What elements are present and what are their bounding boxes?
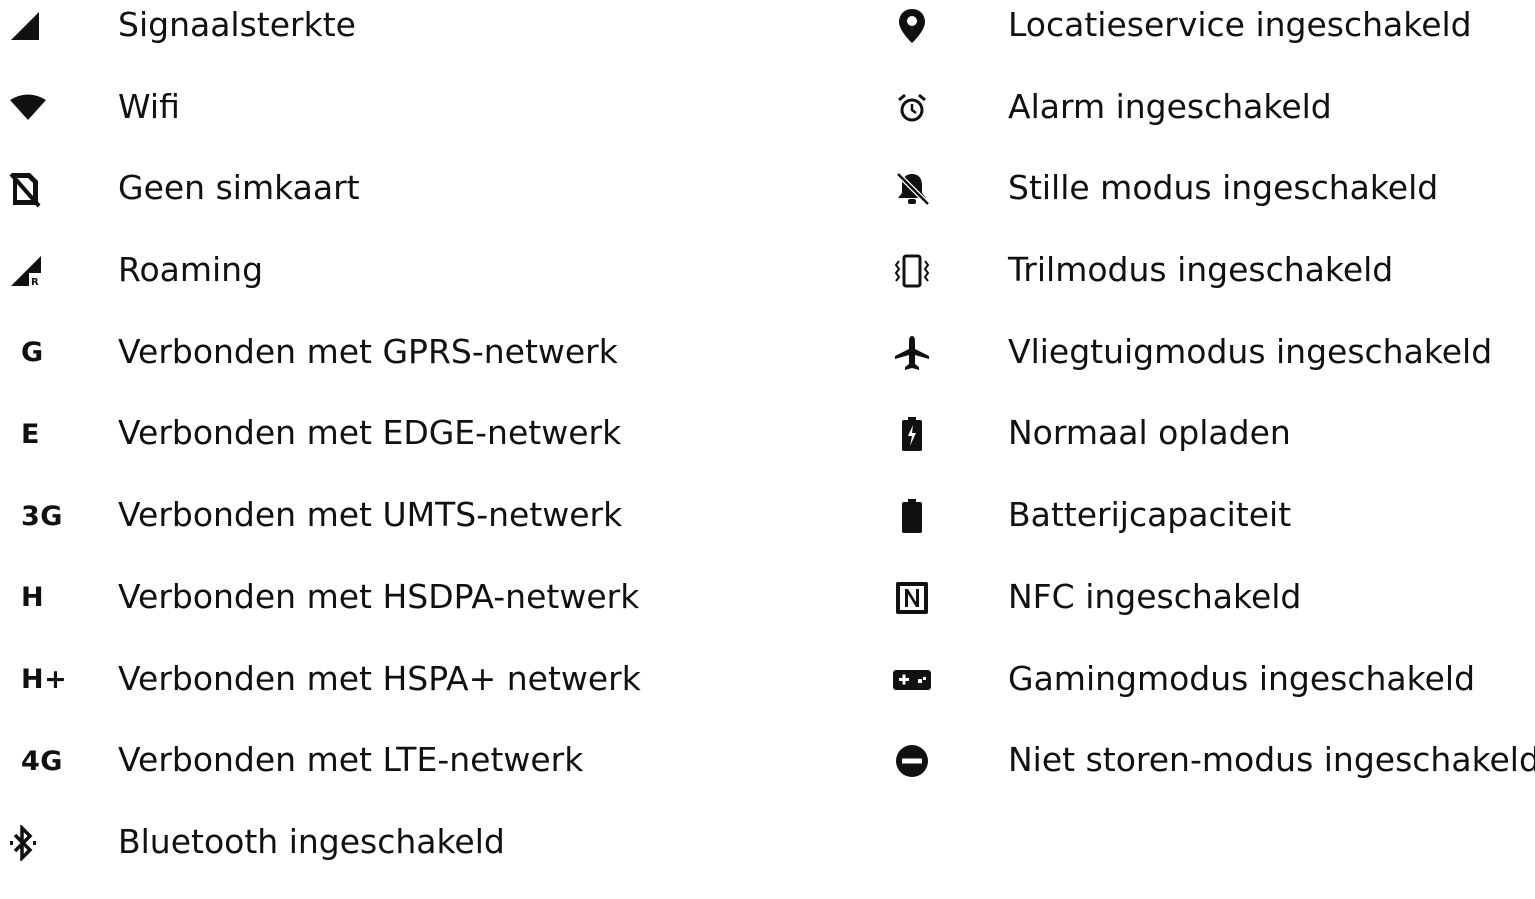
- vibrate-icon: [892, 249, 932, 293]
- do-not-disturb-icon: [892, 739, 932, 783]
- no-sim-icon: [8, 167, 52, 211]
- list-item-lte: 4G Verbonden met LTE-netwerk: [0, 735, 760, 817]
- roaming-icon: R: [8, 249, 52, 293]
- list-item-label: Trilmodus ingeschakeld: [1008, 250, 1394, 290]
- list-item-gprs: G Verbonden met GPRS-netwerk: [0, 327, 760, 409]
- list-item-label: Batterijcapaciteit: [1008, 495, 1292, 535]
- list-item-bluetooth: Bluetooth ingeschakeld: [0, 817, 760, 899]
- list-item-label: Verbonden met LTE-netwerk: [118, 740, 584, 780]
- list-item-label: Stille modus ingeschakeld: [1008, 168, 1439, 208]
- network-type-h-icon: H: [21, 582, 45, 614]
- list-item-wifi: Wifi: [0, 82, 760, 164]
- list-item-hspa-plus: H+ Verbonden met HSPA+ netwerk: [0, 654, 760, 736]
- list-item-label: Verbonden met EDGE-netwerk: [118, 413, 622, 453]
- wifi-icon: [8, 86, 52, 130]
- list-item-signal-strength: Signaalsterkte: [0, 0, 760, 82]
- left-icon-list: Signaalsterkte Wifi Geen simkaart R Roam…: [0, 0, 760, 899]
- list-item-nfc: NFC ingeschakeld: [880, 572, 1535, 654]
- gamepad-icon: [892, 658, 932, 702]
- alarm-clock-icon: [892, 86, 932, 130]
- list-item-airplane: Vliegtuigmodus ingeschakeld: [880, 327, 1535, 409]
- network-type-4g-icon: 4G: [21, 745, 63, 777]
- list-item-label: Verbonden met HSDPA-netwerk: [118, 576, 640, 616]
- list-item-label: Bluetooth ingeschakeld: [118, 821, 505, 861]
- bell-off-icon: [892, 167, 932, 211]
- airplane-icon: [892, 331, 932, 375]
- list-item-label: Vliegtuigmodus ingeschakeld: [1008, 331, 1493, 371]
- battery-full-icon: [892, 494, 932, 538]
- network-type-3g-icon: 3G: [21, 500, 63, 532]
- list-item-roaming: R Roaming: [0, 245, 760, 327]
- network-type-g-icon: G: [21, 337, 44, 369]
- list-item-label: Verbonden met HSPA+ netwerk: [118, 658, 641, 698]
- list-item-gaming: Gamingmodus ingeschakeld: [880, 654, 1535, 736]
- list-item-alarm: Alarm ingeschakeld: [880, 82, 1535, 164]
- nfc-icon: [892, 576, 932, 620]
- list-item-label: Normaal opladen: [1008, 413, 1291, 453]
- list-item-label: Signaalsterkte: [118, 5, 356, 44]
- network-type-h-plus-icon: H+: [21, 664, 68, 695]
- list-item-label: Verbonden met UMTS-netwerk: [118, 495, 623, 535]
- network-type-e-icon: E: [21, 418, 40, 450]
- list-item-label: Alarm ingeschakeld: [1008, 86, 1332, 126]
- bluetooth-icon: [8, 821, 52, 865]
- list-item-edge: E Verbonden met EDGE-netwerk: [0, 408, 760, 490]
- list-item-label: Verbonden met GPRS-netwerk: [118, 331, 618, 371]
- battery-charging-icon: [892, 412, 932, 456]
- list-item-no-sim: Geen simkaart: [0, 163, 760, 245]
- signal-strength-icon: [8, 4, 52, 48]
- list-item-charging: Normaal opladen: [880, 408, 1535, 490]
- svg-text:R: R: [31, 277, 39, 288]
- list-item-vibrate: Trilmodus ingeschakeld: [880, 245, 1535, 327]
- list-item-battery: Batterijcapaciteit: [880, 490, 1535, 572]
- list-item-label: Gamingmodus ingeschakeld: [1008, 658, 1476, 698]
- list-item-label: Niet storen-modus ingeschakeld: [1008, 740, 1535, 780]
- right-icon-list: Locatieservice ingeschakeld Alarm ingesc…: [880, 0, 1535, 817]
- list-item-umts: 3G Verbonden met UMTS-netwerk: [0, 490, 760, 572]
- list-item-label: Geen simkaart: [118, 168, 360, 208]
- list-item-label: Wifi: [118, 86, 180, 126]
- list-item-do-not-disturb: Niet storen-modus ingeschakeld: [880, 735, 1535, 817]
- list-item-hsdpa: H Verbonden met HSDPA-netwerk: [0, 572, 760, 654]
- list-item-location: Locatieservice ingeschakeld: [880, 0, 1535, 82]
- list-item-label: NFC ingeschakeld: [1008, 576, 1302, 616]
- list-item-label: Roaming: [118, 250, 264, 290]
- list-item-silent: Stille modus ingeschakeld: [880, 163, 1535, 245]
- list-item-label: Locatieservice ingeschakeld: [1008, 5, 1472, 44]
- location-pin-icon: [892, 4, 932, 48]
